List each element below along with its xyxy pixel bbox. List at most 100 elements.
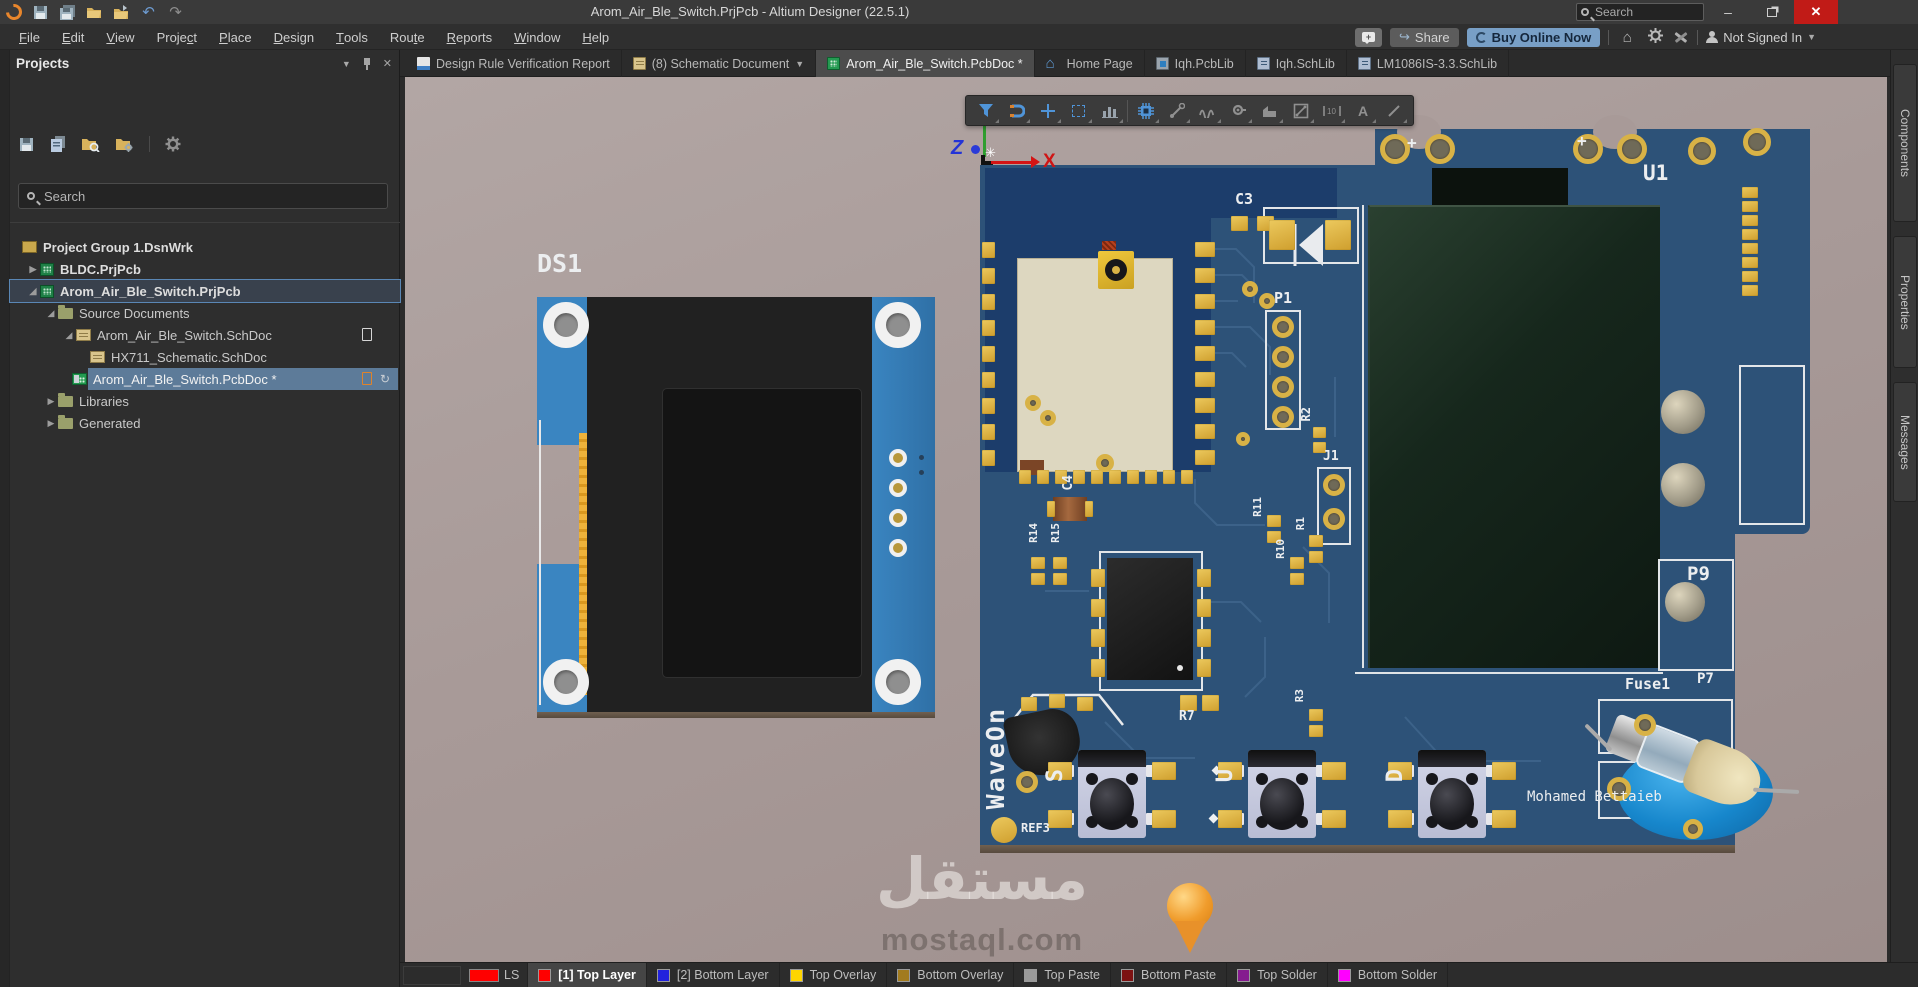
route-icon[interactable]	[1161, 96, 1192, 125]
board-insight-icon[interactable]	[1094, 96, 1125, 125]
comment-button[interactable]: +	[1355, 28, 1382, 47]
pcb-3d-viewport[interactable]: Z X ✳ 10 A DS1 C3 P1	[405, 77, 1887, 962]
snap-magnet-icon[interactable]	[1001, 96, 1032, 125]
menu-item-view[interactable]: View	[95, 24, 145, 50]
label-p7: P7	[1697, 671, 1714, 687]
folder-settings-icon[interactable]	[115, 137, 134, 152]
projects-search-box[interactable]	[18, 183, 388, 209]
menu-item-edit[interactable]: Edit	[51, 24, 95, 50]
chevron-down-icon[interactable]: ▼	[342, 59, 351, 69]
open-project-icon[interactable]	[113, 5, 130, 20]
place-text-icon[interactable]: A	[1347, 96, 1378, 125]
redo-icon[interactable]: ↷	[167, 5, 184, 20]
tree-item-hx711-schdoc[interactable]: HX711_Schematic.SchDoc	[10, 346, 400, 368]
measure-icon[interactable]	[1285, 96, 1316, 125]
polygon-pour-icon[interactable]	[1254, 96, 1285, 125]
axis-x-arrow	[991, 161, 1033, 164]
minimize-button[interactable]: –	[1706, 0, 1750, 24]
menu-item-project[interactable]: Project	[146, 24, 208, 50]
tree-item-bldc-project[interactable]: ▶BLDC.PrjPcb	[10, 258, 400, 280]
menu-item-help[interactable]: Help	[571, 24, 620, 50]
tree-item-generated[interactable]: ▶Generated	[10, 412, 400, 434]
menu-item-file[interactable]: File	[8, 24, 51, 50]
place-line-icon[interactable]	[1378, 96, 1409, 125]
menu-item-window[interactable]: Window	[503, 24, 571, 50]
save-icon[interactable]	[19, 137, 35, 152]
place-component-icon[interactable]	[1130, 96, 1161, 125]
home-icon[interactable]: ⌂	[1617, 29, 1637, 46]
layer-tab-top-layer[interactable]: [1] Top Layer	[528, 963, 647, 987]
collapse-arrow-icon[interactable]: ◢	[44, 308, 58, 319]
layer-tab-top-overlay[interactable]: Top Overlay	[780, 963, 888, 987]
tactile-button-d	[1418, 750, 1486, 838]
save-all-icon[interactable]	[59, 5, 76, 20]
tools-crossed-icon[interactable]	[1673, 30, 1689, 44]
expand-arrow-icon[interactable]: ▶	[26, 264, 40, 275]
open-icon[interactable]	[86, 5, 103, 20]
projects-search-input[interactable]	[42, 188, 362, 205]
folder-search-icon[interactable]	[81, 137, 100, 152]
sign-in-button[interactable]: Not Signed In ▼	[1706, 30, 1816, 45]
menu-item-route[interactable]: Route	[379, 24, 436, 50]
tree-item-source-documents[interactable]: ◢Source Documents	[10, 302, 400, 324]
buy-online-button[interactable]: Buy Online Now	[1467, 28, 1601, 47]
pin-icon[interactable]	[362, 58, 372, 70]
dimension-icon[interactable]: 10	[1316, 96, 1347, 125]
global-search-box[interactable]	[1576, 3, 1704, 21]
mounting-hole	[543, 302, 589, 348]
select-area-icon[interactable]	[1063, 96, 1094, 125]
gold-pad	[1019, 470, 1031, 484]
layer-tab-bottom-layer[interactable]: [2] Bottom Layer	[647, 963, 780, 987]
layer-tab-bottom-overlay[interactable]: Bottom Overlay	[887, 963, 1014, 987]
expand-arrow-icon[interactable]: ▶	[44, 396, 58, 407]
layer-tab-top-solder[interactable]: Top Solder	[1227, 963, 1328, 987]
tab-home-page[interactable]: ⌂Home Page	[1035, 50, 1145, 77]
layer-set-tab[interactable]: LS	[461, 963, 528, 987]
settings-gear-icon[interactable]	[165, 136, 181, 152]
menu-item-design[interactable]: Design	[263, 24, 325, 50]
panel-tab-messages[interactable]: Messages	[1893, 382, 1917, 502]
collapse-arrow-icon[interactable]: ◢	[26, 286, 40, 297]
menu-item-place[interactable]: Place	[208, 24, 263, 50]
collapse-arrow-icon[interactable]: ◢	[62, 330, 76, 341]
tab-design-rule-report[interactable]: Design Rule Verification Report	[406, 50, 622, 77]
compile-copy-icon[interactable]	[50, 136, 66, 152]
layer-tab-bottom-paste[interactable]: Bottom Paste	[1111, 963, 1227, 987]
tree-item-arom-schdoc[interactable]: ◢Arom_Air_Ble_Switch.SchDoc	[10, 324, 400, 346]
close-icon[interactable]: ✕	[383, 57, 392, 70]
share-button[interactable]: ↪Share	[1390, 28, 1459, 47]
gold-pad	[1048, 810, 1072, 828]
menu-item-tools[interactable]: Tools	[325, 24, 379, 50]
layer-tab-top-paste[interactable]: Top Paste	[1014, 963, 1111, 987]
gear-icon[interactable]	[1645, 28, 1665, 47]
expand-arrow-icon[interactable]: ▶	[44, 418, 58, 429]
altium-designer-window: ↶ ↷ Arom_Air_Ble_Switch.PrjPcb - Altium …	[0, 0, 1918, 987]
tab-iqh-schlib[interactable]: Iqh.SchLib	[1246, 50, 1347, 77]
via-icon[interactable]	[1223, 96, 1254, 125]
panel-tab-properties[interactable]: Properties	[1893, 236, 1917, 368]
tree-item-arom-pcbdoc[interactable]: Arom_Air_Ble_Switch.PcbDoc * ↻	[10, 368, 400, 390]
tree-item-workspace[interactable]: Project Group 1.DsnWrk	[10, 236, 400, 258]
close-button[interactable]: ✕	[1794, 0, 1838, 24]
save-icon[interactable]	[32, 5, 49, 20]
tune-icon[interactable]	[1192, 96, 1223, 125]
tree-item-arom-project[interactable]: ◢Arom_Air_Ble_Switch.PrjPcb	[10, 280, 400, 302]
tree-item-libraries[interactable]: ▶Libraries	[10, 390, 400, 412]
global-search-input[interactable]	[1593, 4, 1693, 20]
filter-icon[interactable]	[970, 96, 1001, 125]
undo-icon[interactable]: ↶	[140, 5, 157, 20]
gold-pad	[1309, 551, 1323, 563]
move-icon[interactable]	[1032, 96, 1063, 125]
workspace-icon	[22, 241, 37, 253]
tab-lm1086-schlib[interactable]: LM1086IS-3.3.SchLib	[1347, 50, 1509, 77]
panel-tab-components[interactable]: Components	[1893, 64, 1917, 222]
menu-item-reports[interactable]: Reports	[436, 24, 504, 50]
svg-text:10: 10	[1327, 107, 1336, 116]
tab-schematic-document[interactable]: (8) Schematic Document▼	[622, 50, 816, 77]
gold-pad	[1195, 320, 1215, 335]
layer-tab-bottom-solder[interactable]: Bottom Solder	[1328, 963, 1448, 987]
gold-pad	[1742, 285, 1758, 296]
tab-iqh-pcblib[interactable]: Iqh.PcbLib	[1145, 50, 1246, 77]
maximize-button[interactable]	[1750, 0, 1794, 24]
tab-pcbdoc-active[interactable]: Arom_Air_Ble_Switch.PcbDoc *	[816, 50, 1034, 77]
